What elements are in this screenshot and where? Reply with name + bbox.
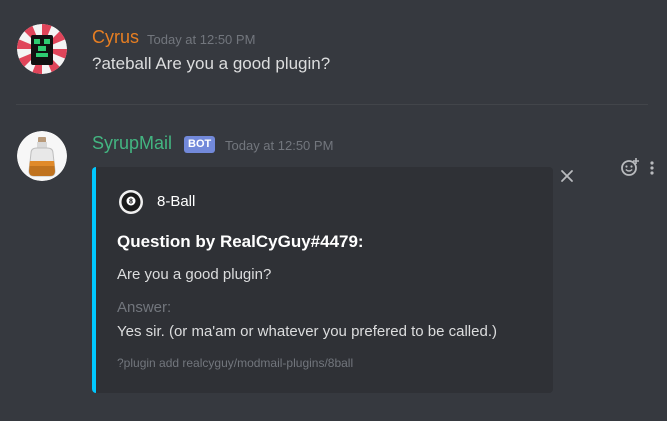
timestamp: Today at 12:50 PM [225,138,334,153]
eight-ball-icon: 8 [119,190,143,214]
close-icon[interactable] [559,168,575,184]
add-reaction-icon[interactable] [620,157,640,177]
message-divider [16,104,648,105]
embed-field-name: Answer: [117,299,172,316]
username[interactable]: SyrupMail [92,133,172,154]
svg-text:8: 8 [129,199,133,206]
embed-field-value: Yes sir. (or ma'am or whatever you prefe… [117,323,497,340]
embed: 8 8-Ball Question by RealCyGuy#4479: Are… [92,167,553,393]
bot-badge: BOT [184,136,216,153]
avatar[interactable] [17,131,67,181]
message-content: ?ateball Are you a good plugin? [92,54,331,73]
syrup-bottle-avatar-image [17,131,67,181]
username[interactable]: Cyrus [92,27,139,48]
embed-title: Question by RealCyGuy#4479: [117,232,364,251]
embed-accent-bar [92,167,96,393]
more-options-icon[interactable] [648,160,656,176]
embed-author-name[interactable]: 8-Ball [157,193,195,210]
embed-footer: ?plugin add realcyguy/modmail-plugins/8b… [117,356,354,370]
cyrus-avatar-image [17,24,67,74]
embed-description: Are you a good plugin? [117,266,272,283]
timestamp: Today at 12:50 PM [147,32,256,47]
avatar[interactable] [17,24,67,74]
